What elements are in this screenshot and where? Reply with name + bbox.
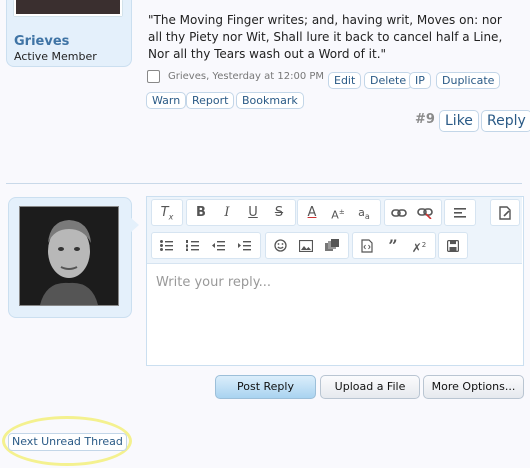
report-link[interactable]: Report [186, 92, 235, 109]
link-icon[interactable] [387, 200, 411, 225]
speech-arrow [130, 217, 139, 233]
toolbar-group: ” ✗2 [352, 232, 436, 259]
next-unread-thread-link[interactable]: Next Unread Thread [8, 433, 127, 451]
image-icon[interactable] [294, 233, 318, 258]
avatar [19, 206, 119, 306]
avatar-photo [20, 207, 118, 305]
toolbar-group [151, 232, 261, 259]
italic-icon[interactable]: I [215, 200, 239, 225]
toolbar-group: B I U S [186, 199, 296, 226]
font-size-icon[interactable]: A± [326, 200, 350, 225]
select-post-checkbox[interactable] [147, 70, 160, 83]
outdent-icon[interactable] [206, 233, 230, 258]
message-text: "The Moving Finger writes; and, having w… [148, 13, 503, 61]
ip-link[interactable]: IP [409, 72, 431, 89]
numbered-list-icon[interactable] [180, 233, 204, 258]
username[interactable]: Grieves [14, 34, 69, 49]
post-meta: Grieves, Yesterday at 12:00 PM [168, 71, 325, 82]
post-number[interactable]: #9 [415, 112, 435, 127]
toolbar-group [384, 199, 442, 226]
toolbar-group: A A± aa [297, 199, 381, 226]
toolbar-group [444, 199, 476, 226]
reply-textarea[interactable]: Write your reply... [156, 275, 271, 290]
toolbar-group [490, 199, 520, 226]
clear-format-icon[interactable]: Tx [155, 200, 179, 225]
save-icon[interactable] [441, 233, 465, 258]
toolbar-group [265, 232, 349, 259]
align-icon[interactable] [448, 200, 472, 225]
edit-link[interactable]: Edit [328, 72, 362, 89]
bullet-list-icon[interactable] [154, 233, 178, 258]
quote-icon[interactable]: ” [381, 233, 405, 258]
media-icon[interactable] [320, 233, 344, 258]
text-color-icon[interactable]: A [300, 200, 324, 225]
like-button[interactable]: Like [439, 110, 479, 132]
unlink-icon[interactable] [413, 200, 437, 225]
smilie-icon[interactable] [268, 233, 292, 258]
draft-icon[interactable] [493, 200, 517, 225]
font-family-icon[interactable]: aa [352, 200, 376, 225]
code-icon[interactable] [355, 233, 379, 258]
warn-link[interactable]: Warn [146, 92, 187, 109]
toolbar-group: Tx [151, 199, 183, 226]
toolbar-group [438, 232, 468, 259]
duplicate-link[interactable]: Duplicate [436, 72, 501, 89]
reply-button[interactable]: Reply [481, 110, 530, 132]
post-reply-button[interactable]: Post Reply [215, 375, 316, 399]
divider [6, 183, 522, 184]
indent-icon[interactable] [232, 233, 256, 258]
underline-icon[interactable]: U [241, 200, 265, 225]
strikethrough-icon[interactable]: S [267, 200, 291, 225]
more-options-button[interactable]: More Options... [423, 375, 524, 399]
bookmark-link[interactable]: Bookmark [236, 92, 304, 109]
remove-format-icon[interactable]: ✗2 [407, 233, 431, 258]
user-title: Active Member [14, 50, 97, 63]
delete-link[interactable]: Delete [364, 72, 413, 89]
upload-file-button[interactable]: Upload a File [320, 375, 420, 399]
bold-icon[interactable]: B [189, 200, 213, 225]
avatar[interactable] [14, 0, 122, 16]
